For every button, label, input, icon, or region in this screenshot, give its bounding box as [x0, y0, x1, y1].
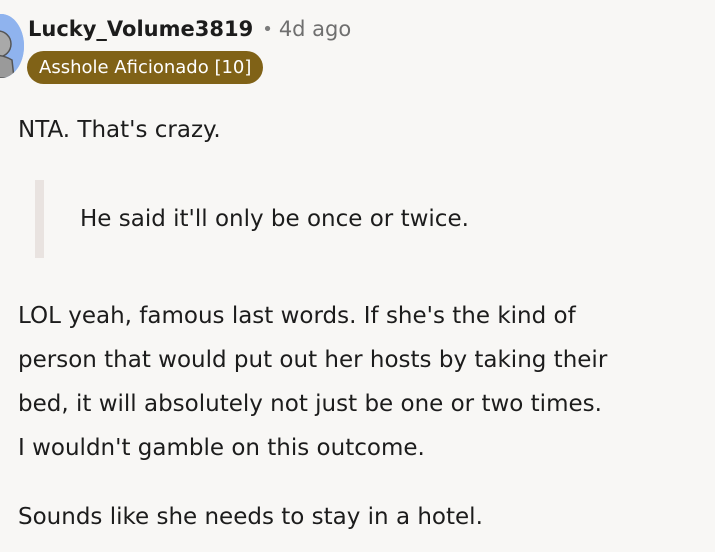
user-flair-badge: Asshole Aficionado [10] [27, 51, 264, 84]
avatar-figure [0, 14, 24, 78]
comment-header: Lucky_Volume3819 • 4d ago [28, 12, 351, 46]
comment-line: bed, it will absolutely not just be one … [18, 391, 602, 417]
username-link[interactable]: Lucky_Volume3819 [28, 17, 253, 41]
comment-paragraph: NTA. That's crazy. [18, 117, 221, 143]
separator-dot: • [262, 18, 273, 40]
timestamp-link[interactable]: 4d ago [279, 17, 351, 41]
comment-paragraph-long: LOL yeah, famous last words. If she's th… [18, 294, 708, 470]
comment-line: LOL yeah, famous last words. If she's th… [18, 303, 576, 329]
quote-bar [35, 180, 44, 258]
comment-line: person that would put out her hosts by t… [18, 347, 608, 373]
comment-paragraph: Sounds like she needs to stay in a hotel… [18, 504, 483, 530]
comment-body: NTA. That's crazy. He said it'll only be… [18, 108, 708, 539]
comment-line: I wouldn't gamble on this outcome. [18, 435, 425, 461]
user-avatar-icon[interactable] [0, 14, 24, 78]
quote-text: He said it'll only be once or twice. [80, 206, 469, 232]
blockquote: He said it'll only be once or twice. [18, 180, 708, 258]
comment: Lucky_Volume3819 • 4d ago Asshole Aficio… [0, 0, 715, 552]
